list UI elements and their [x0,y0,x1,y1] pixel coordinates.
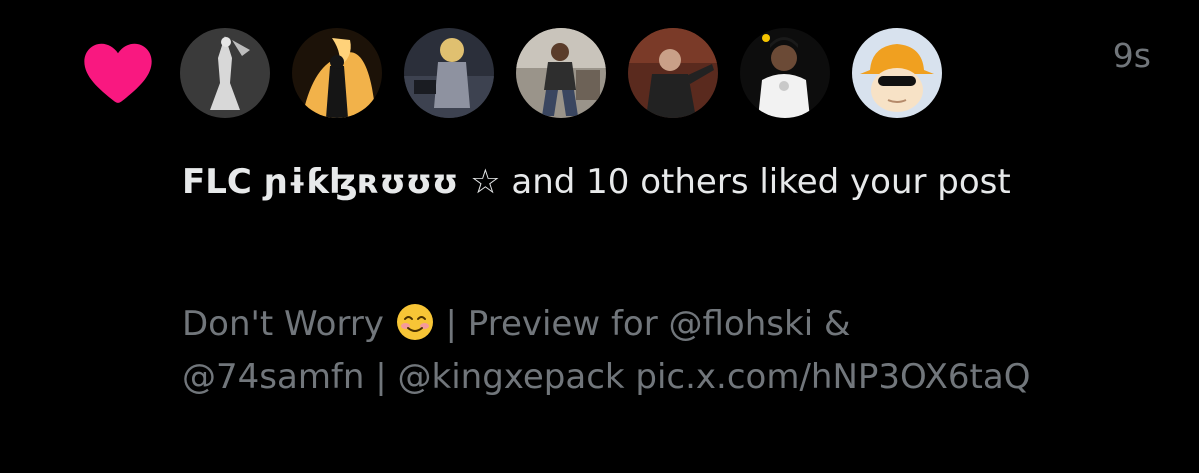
heart-icon [84,43,152,103]
smiling-face-emoji-icon [395,302,435,342]
notification-headline: FLC ɲɨƙɮʀʊʊʊ ☆ and 10 others liked your … [182,156,1032,209]
liker-avatars [180,28,942,118]
timestamp[interactable]: 9s [1113,36,1151,75]
action-text: and 10 others liked your post [500,162,1011,202]
user-avatar-3[interactable] [404,28,494,118]
user-avatar-4[interactable] [516,28,606,118]
user-avatar-6[interactable] [740,28,830,118]
like-notification[interactable]: 9s FLC ɲɨƙɮʀʊʊʊ ☆ and 10 others liked yo… [0,0,1199,473]
user-avatar-7[interactable] [852,28,942,118]
post-preview[interactable]: Don't Worry | Preview for @flohski & @74… [182,298,1032,404]
user-avatar-2[interactable] [292,28,382,118]
user-avatar-1[interactable] [180,28,270,118]
preview-text-start: Don't Worry [182,304,395,344]
user-avatar-5[interactable] [628,28,718,118]
actor-name-link[interactable]: FLC ɲɨƙɮʀʊʊʊ ☆ [182,162,501,202]
